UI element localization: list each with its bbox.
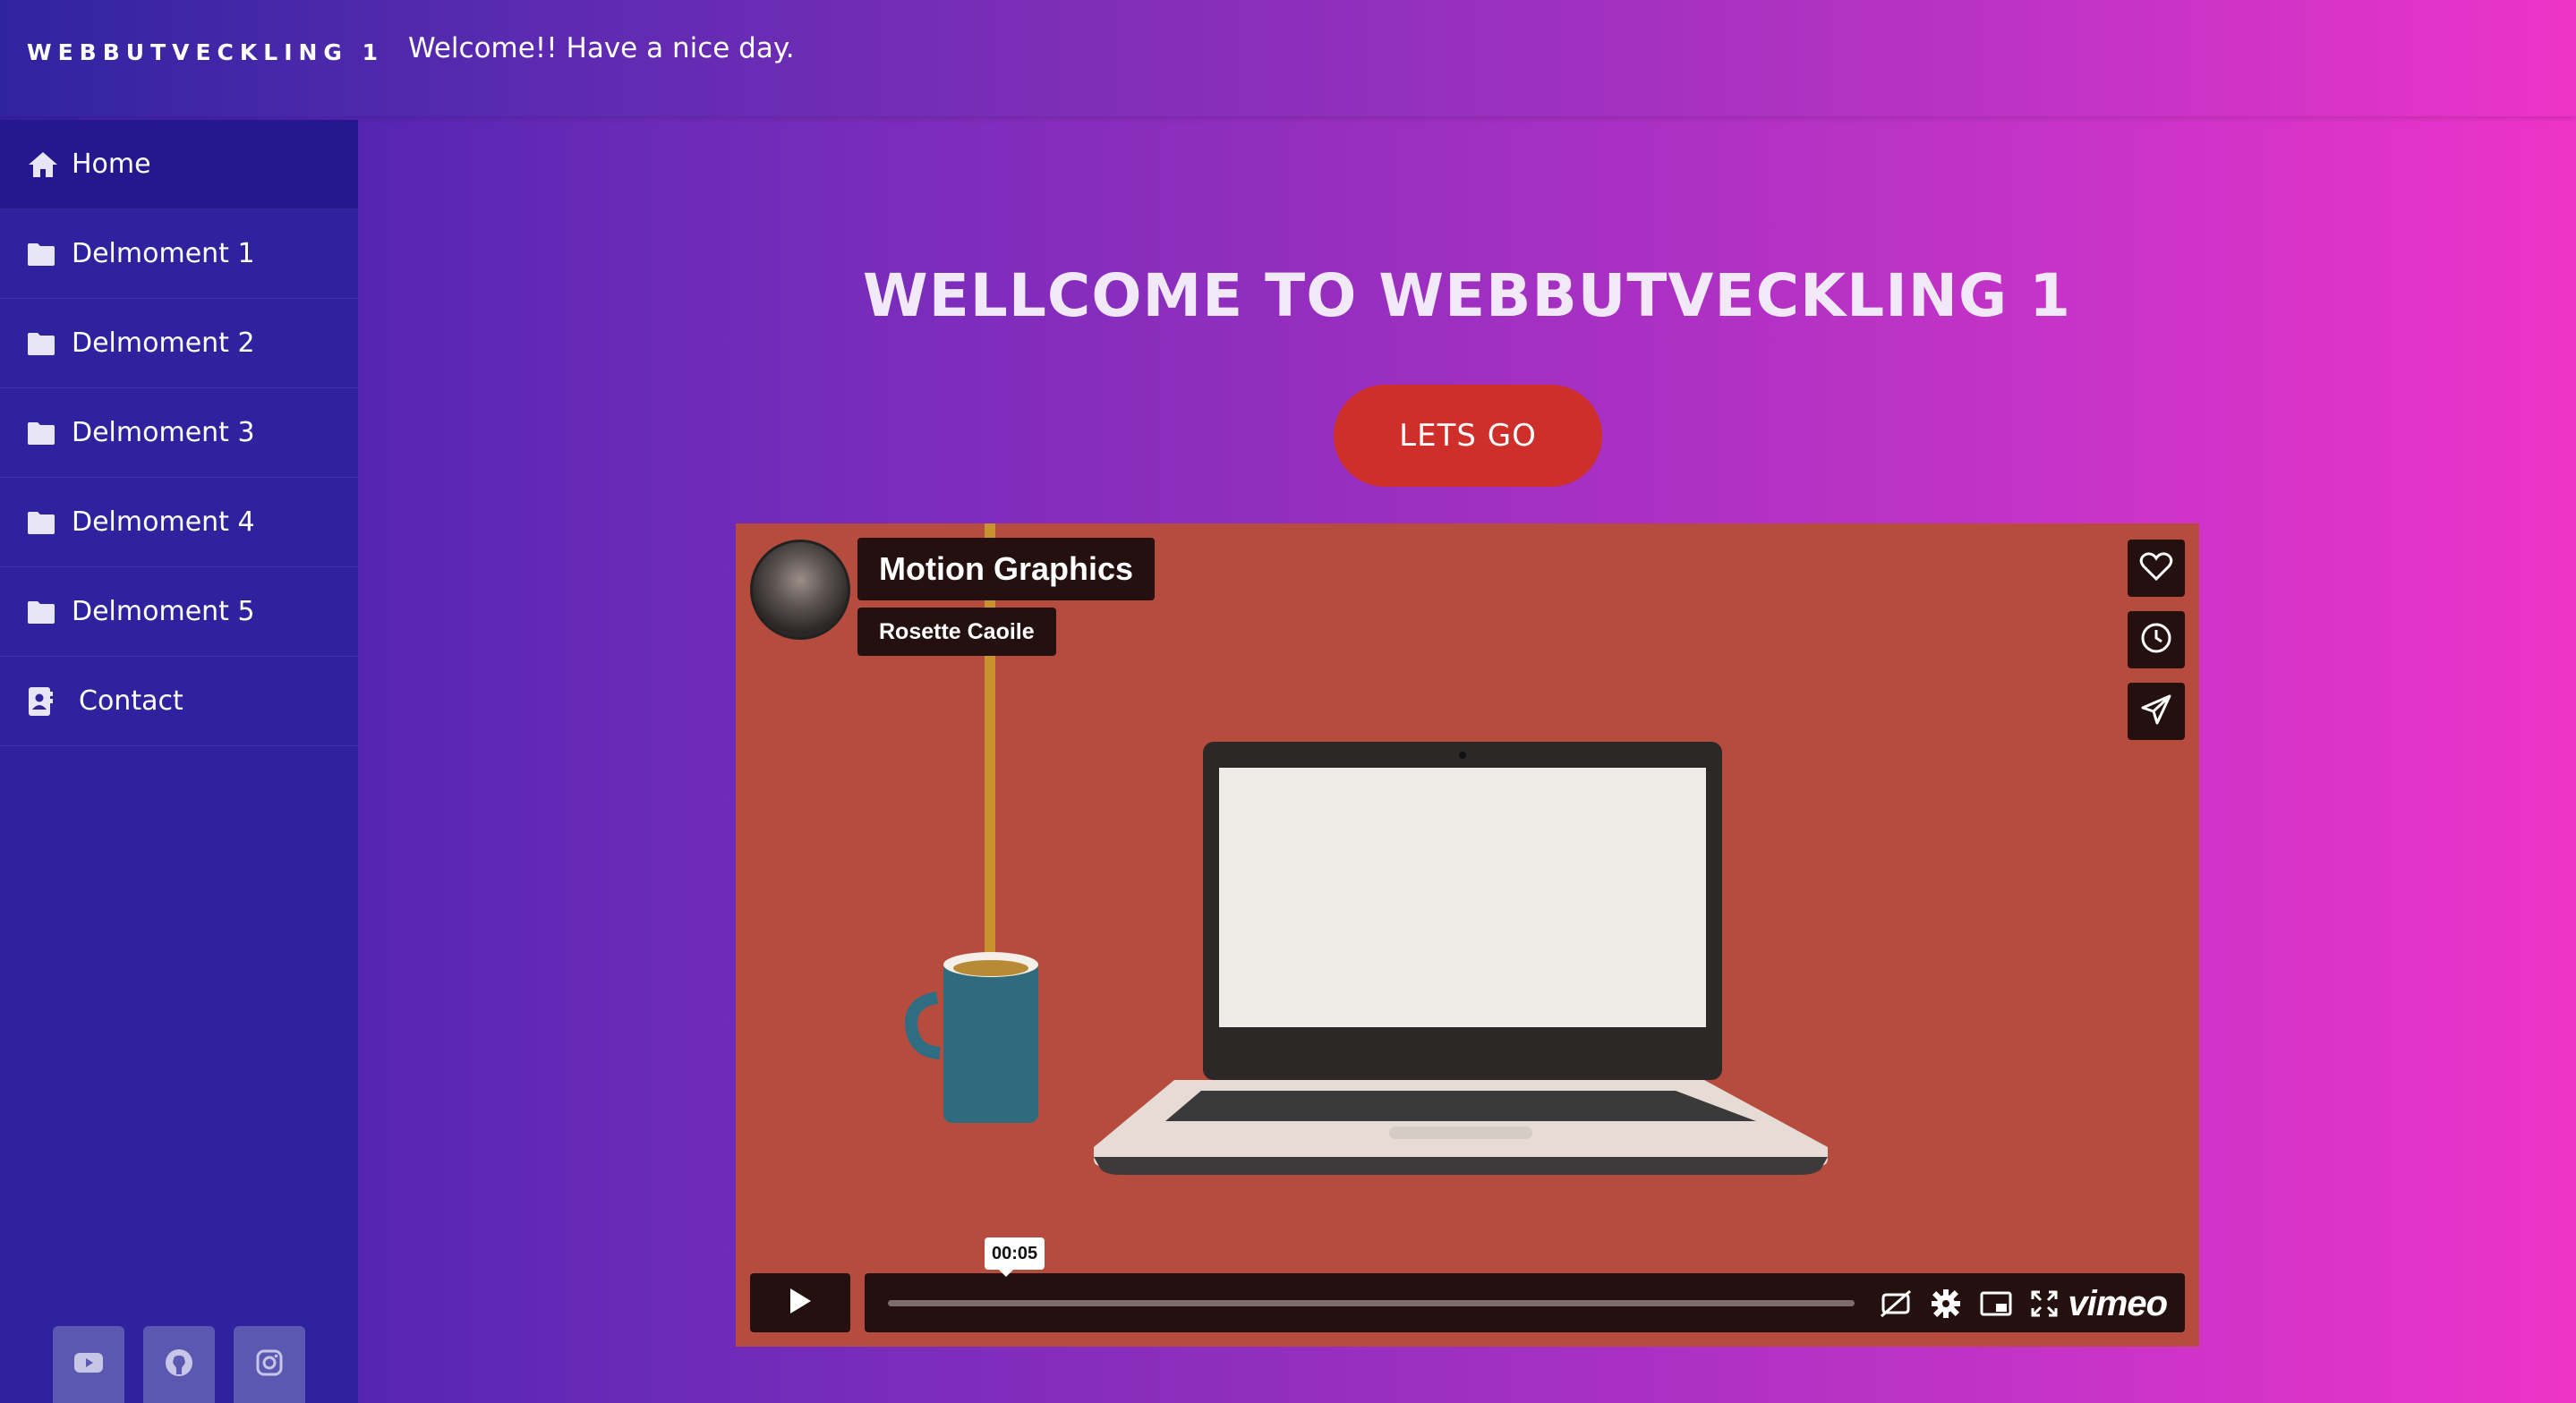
play-icon <box>788 1287 813 1319</box>
instagram-icon <box>256 1349 283 1380</box>
like-button[interactable] <box>2128 540 2185 597</box>
send-icon <box>2140 693 2172 729</box>
sidebar-item-delmoment-5[interactable]: Delmoment 5 <box>0 567 358 657</box>
video-title[interactable]: Motion Graphics <box>857 538 1156 600</box>
sidebar-item-delmoment-3[interactable]: Delmoment 3 <box>0 388 358 478</box>
github-link[interactable] <box>143 1326 215 1403</box>
page-title: WELLCOME TO WEBBUTVECKLING 1 <box>862 261 2072 330</box>
welcome-message: Welcome!! Have a nice day. <box>408 32 795 64</box>
folder-icon <box>27 419 61 447</box>
youtube-icon <box>73 1351 104 1378</box>
sidebar-item-label: Home <box>72 149 151 180</box>
sidebar: Home Delmoment 1 Delmoment 2 Delmoment 3… <box>0 120 358 1403</box>
social-links <box>53 1326 305 1403</box>
instagram-link[interactable] <box>234 1326 305 1403</box>
github-icon <box>165 1348 193 1381</box>
lets-go-button[interactable]: LETS GO <box>1334 385 1602 487</box>
sidebar-item-label: Delmoment 4 <box>72 506 255 538</box>
progress-track[interactable] <box>888 1300 1855 1306</box>
video-player[interactable]: Motion Graphics Rosette Caoile 00:05 vim… <box>736 523 2199 1347</box>
top-navbar: WEBBUTVECKLING 1 Welcome!! Have a nice d… <box>0 0 2576 116</box>
sidebar-item-label: Delmoment 2 <box>72 327 255 359</box>
sidebar-item-delmoment-4[interactable]: Delmoment 4 <box>0 478 358 567</box>
video-controls: 00:05 vimeo <box>750 1237 2185 1332</box>
clock-icon <box>2140 622 2172 658</box>
picture-in-picture-icon[interactable] <box>1980 1288 2012 1320</box>
folder-icon <box>27 508 61 537</box>
contact-book-icon <box>27 686 61 716</box>
sidebar-item-label: Delmoment 3 <box>72 417 255 448</box>
fullscreen-icon[interactable] <box>2028 1288 2060 1320</box>
author-avatar[interactable] <box>750 540 850 640</box>
watch-later-button[interactable] <box>2128 611 2185 668</box>
video-author[interactable]: Rosette Caoile <box>857 608 1056 656</box>
sidebar-item-label: Delmoment 5 <box>72 596 255 627</box>
heart-icon <box>2139 551 2173 585</box>
settings-icon[interactable] <box>1930 1288 1962 1320</box>
sidebar-item-delmoment-1[interactable]: Delmoment 1 <box>0 209 358 299</box>
sidebar-item-label: Delmoment 1 <box>72 238 255 269</box>
sidebar-item-contact[interactable]: Contact <box>0 657 358 746</box>
vimeo-logo[interactable]: vimeo <box>2068 1284 2168 1324</box>
folder-icon <box>27 329 61 358</box>
folder-icon <box>27 598 61 626</box>
home-icon <box>27 150 61 179</box>
captions-off-icon[interactable] <box>1880 1288 1912 1320</box>
play-button[interactable] <box>750 1273 850 1332</box>
youtube-link[interactable] <box>53 1326 124 1403</box>
time-tooltip: 00:05 <box>985 1237 1045 1277</box>
sidebar-item-label: Contact <box>79 685 183 717</box>
share-button[interactable] <box>2128 683 2185 740</box>
sidebar-item-delmoment-2[interactable]: Delmoment 2 <box>0 299 358 388</box>
site-brand[interactable]: WEBBUTVECKLING 1 <box>27 39 384 65</box>
sidebar-item-home[interactable]: Home <box>0 120 358 209</box>
control-bar: 00:05 vimeo <box>865 1237 2185 1332</box>
folder-icon <box>27 240 61 268</box>
